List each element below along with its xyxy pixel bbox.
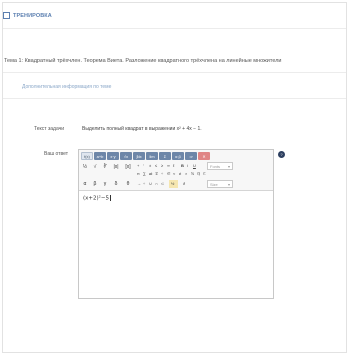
text-caret [109,195,111,201]
minusplus-symbol[interactable]: ∓ [155,171,158,176]
sum-symbol[interactable]: ∑ [143,171,146,176]
task-label: Текст задачи [34,126,65,132]
pi-symbol[interactable]: π [137,171,140,176]
tab-products[interactable]: x·y [107,152,119,160]
approx-symbol[interactable]: ≈ [173,171,175,176]
section-title: ТРЕНИРОВКА [13,12,52,19]
topic-text: Тема 1: Квадратный трёхчлен. Теорема Вие… [4,58,282,64]
divide-symbol[interactable]: ÷ [161,171,163,176]
help-icon[interactable]: ? [278,151,285,158]
sqrt-button[interactable]: √ [91,163,99,171]
font-dropdown[interactable]: Fonts ▾ [207,162,233,170]
topic-divider [3,72,346,73]
complex-symbol[interactable]: ℂ [203,171,206,176]
answer-label: Ваш ответ [44,151,68,157]
italic-button[interactable]: i [187,163,188,168]
tab-functions[interactable]: f(x) [81,152,93,160]
neq-symbol[interactable]: ≠ [179,171,181,176]
toolbar-tabs: f(x) a+b x·y √x ∫dx lim Σ α β ⇒ ✕ [81,152,210,160]
tab-clear[interactable]: ✕ [198,152,210,160]
tab-arrows[interactable]: ⇒ [185,152,197,160]
abs-button[interactable]: |x| [111,163,121,171]
intersection-symbol[interactable]: ∩ [155,181,158,186]
partial-symbol[interactable]: ∂ [183,181,185,186]
alpha-button[interactable]: α [81,180,89,188]
answer-value: (x+2)²−5 [83,195,109,202]
bold-button[interactable]: B [181,163,184,168]
equilibrium-symbol[interactable]: ⇌ [149,171,152,176]
font-dropdown-value: Fonts [210,163,221,169]
times-symbol[interactable]: × [185,171,187,176]
tab-roots[interactable]: √x [120,152,132,160]
half-symbol[interactable]: ½ [171,181,174,186]
size-dropdown-value: Size [210,181,218,187]
ge-symbol[interactable]: ≥ [161,163,163,168]
arrow-symbol[interactable]: → [137,181,141,186]
formula-editor[interactable]: f(x) a+b x·y √x ∫dx lim Σ α β ⇒ ✕ ? ½ √ … [78,149,285,299]
chevron-down-icon: ▾ [227,163,230,169]
ell-symbol[interactable]: ℓ [173,163,174,168]
rationals-symbol[interactable]: ℚ [197,171,200,176]
theta-button[interactable]: θ [123,180,133,188]
tab-greek[interactable]: α β [172,152,184,160]
section-icon [3,12,10,19]
size-dropdown[interactable]: Size ▾ [207,180,233,188]
element-symbol[interactable]: ∈ [167,171,170,176]
infinity-symbol[interactable]: ∞ [167,163,170,168]
bracket-button[interactable]: [x] [123,163,133,171]
beta-button[interactable]: β [91,180,99,188]
plusminus-symbol[interactable]: ± [149,163,151,168]
task-text: Выделить полный квадрат в выражении x² +… [82,126,202,132]
delta-button[interactable]: δ [111,180,121,188]
section-header: ТРЕНИРОВКА [3,12,52,19]
plus-symbol[interactable]: + [137,163,139,168]
additional-info-link[interactable]: Дополнительная информация по теме [22,84,111,90]
header-divider [3,28,346,29]
gamma-button[interactable]: γ [101,180,109,188]
fraction-button[interactable]: ½ [81,163,89,171]
tab-sums[interactable]: Σ [159,152,171,160]
le-symbol[interactable]: ≤ [155,163,157,168]
info-divider [3,98,346,99]
naturals-symbol[interactable]: ℕ [191,171,194,176]
divide-symbol-2[interactable]: ÷ [143,181,145,186]
union-symbol[interactable]: ∪ [149,181,152,186]
cbrt-button[interactable]: ∛ [101,163,109,171]
editor-toolbar: f(x) a+b x·y √x ∫dx lim Σ α β ⇒ ✕ ? ½ √ … [79,150,285,191]
prime-symbol[interactable]: ′ [143,163,144,168]
answer-expression[interactable]: (x+2)²−5 [83,195,111,202]
tab-integrals[interactable]: ∫dx [133,152,145,160]
tab-limits[interactable]: lim [146,152,158,160]
subset-symbol[interactable]: ⊂ [161,181,164,186]
chevron-down-icon: ▾ [227,181,230,187]
underline-button[interactable]: U [193,163,196,168]
tab-operations[interactable]: a+b [94,152,106,160]
